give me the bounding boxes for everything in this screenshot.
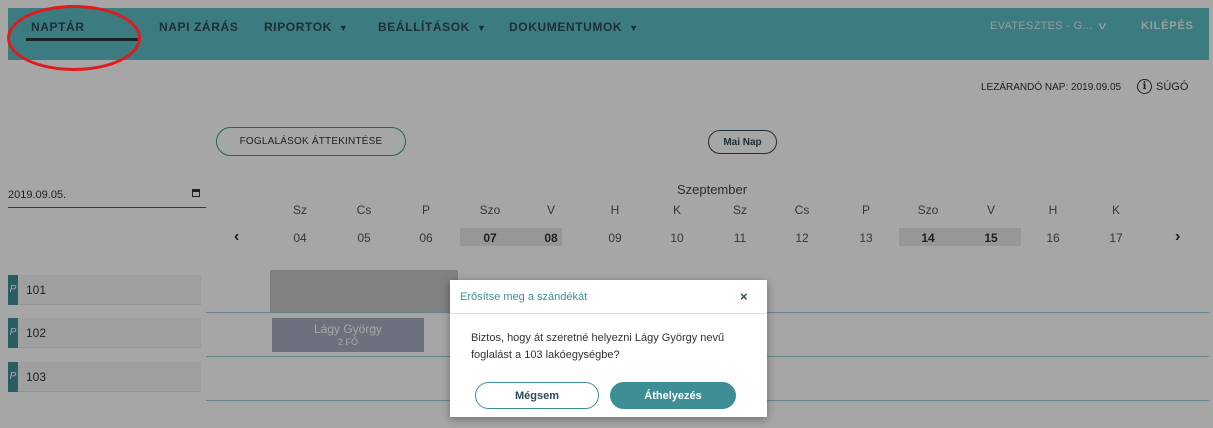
cancel-button[interactable]: Mégsem bbox=[475, 382, 599, 409]
dialog-header: Erősítse meg a szándékát × bbox=[450, 280, 767, 314]
confirm-dialog: Erősítse meg a szándékát × Biztos, hogy … bbox=[450, 280, 767, 417]
dialog-title: Erősítse meg a szándékát bbox=[460, 291, 588, 303]
move-button[interactable]: Áthelyezés bbox=[610, 382, 736, 409]
dialog-message: Biztos, hogy át szeretné helyezni Lágy G… bbox=[471, 332, 725, 361]
close-icon[interactable]: × bbox=[740, 289, 748, 304]
